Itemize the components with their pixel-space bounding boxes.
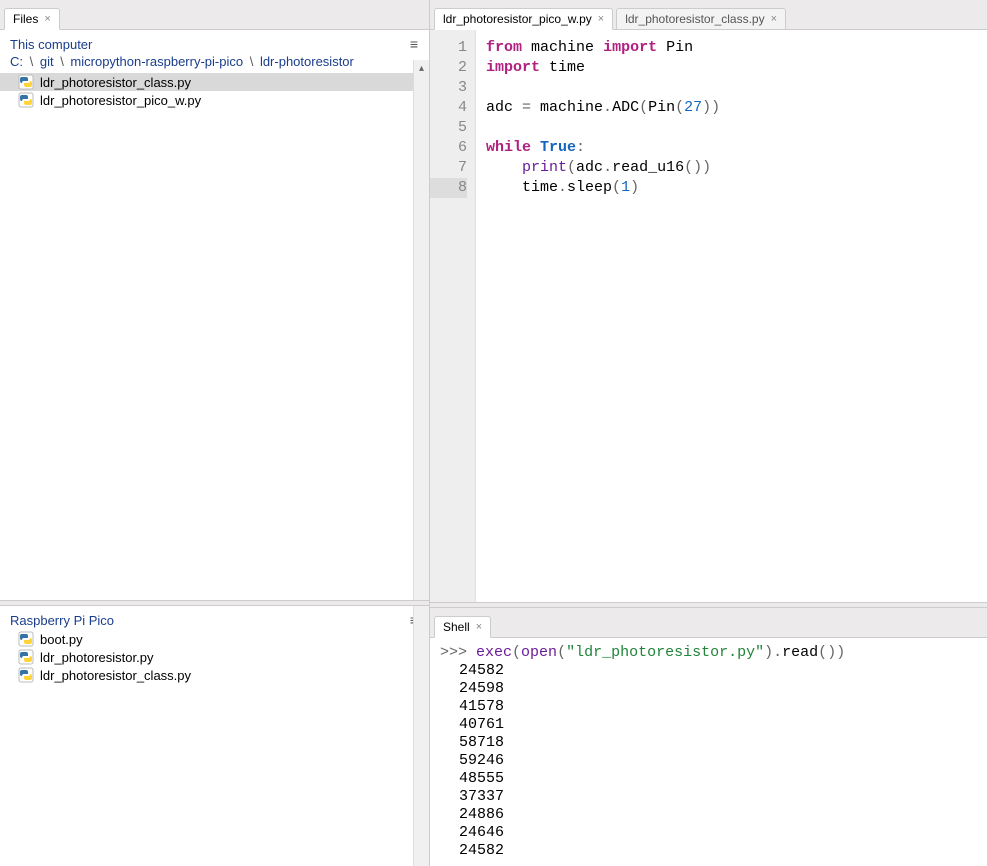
line-number: 3 bbox=[430, 78, 467, 98]
code-line[interactable] bbox=[486, 78, 720, 98]
python-file-icon bbox=[18, 92, 34, 108]
editor-tabbar: ldr_photoresistor_pico_w.py×ldr_photores… bbox=[430, 0, 987, 30]
line-number: 8 bbox=[430, 178, 467, 198]
scroll-up-icon[interactable]: ▴ bbox=[414, 60, 429, 76]
code-line[interactable]: adc = machine.ADC(Pin(27)) bbox=[486, 98, 720, 118]
file-name: ldr_photoresistor.py bbox=[40, 650, 153, 665]
shell-output-line: 24886 bbox=[450, 806, 977, 824]
file-name: boot.py bbox=[40, 632, 83, 647]
file-row[interactable]: ldr_photoresistor_class.py bbox=[0, 73, 429, 91]
code-line[interactable]: import time bbox=[486, 58, 720, 78]
editor-tab-label: ldr_photoresistor_pico_w.py bbox=[443, 12, 592, 26]
shell-output-line: 58718 bbox=[450, 734, 977, 752]
line-number: 1 bbox=[430, 38, 467, 58]
shell-tabbar: Shell × bbox=[430, 608, 987, 638]
code-line[interactable]: time.sleep(1) bbox=[486, 178, 720, 198]
pico-header: Raspberry Pi Pico ≡ bbox=[0, 606, 429, 630]
file-name: ldr_photoresistor_class.py bbox=[40, 75, 191, 90]
close-icon[interactable]: × bbox=[771, 13, 777, 25]
files-tab-label: Files bbox=[13, 12, 38, 26]
line-number: 4 bbox=[430, 98, 467, 118]
scrollbar[interactable]: ▴ bbox=[413, 60, 429, 600]
shell-tab-label: Shell bbox=[443, 620, 470, 634]
breadcrumb-separator: \ bbox=[23, 54, 40, 69]
file-row[interactable]: ldr_photoresistor_pico_w.py bbox=[0, 91, 429, 109]
shell-output-line: 41578 bbox=[450, 698, 977, 716]
files-header: This computer ≡ bbox=[0, 30, 429, 54]
line-number: 6 bbox=[430, 138, 467, 158]
menu-icon[interactable]: ≡ bbox=[410, 36, 419, 52]
breadcrumb-segment[interactable]: ldr-photoresistor bbox=[260, 54, 354, 69]
python-file-icon bbox=[18, 649, 34, 665]
breadcrumb[interactable]: C: \ git \ micropython-raspberry-pi-pico… bbox=[0, 54, 429, 73]
file-row[interactable]: ldr_photoresistor.py bbox=[0, 648, 429, 666]
local-file-list[interactable]: ldr_photoresistor_class.py ldr_photoresis… bbox=[0, 73, 429, 600]
shell-output[interactable]: >>> exec(open("ldr_photoresistor.py").re… bbox=[430, 638, 987, 866]
code-line[interactable]: from machine import Pin bbox=[486, 38, 720, 58]
shell-output-line: 59246 bbox=[450, 752, 977, 770]
shell-prompt: >>> bbox=[440, 644, 476, 661]
editor-tab[interactable]: ldr_photoresistor_pico_w.py × bbox=[434, 8, 613, 30]
code-area[interactable]: from machine import Pinimport time adc =… bbox=[476, 30, 720, 602]
line-gutter: 12345678 bbox=[430, 30, 476, 602]
file-row[interactable]: ldr_photoresistor_class.py bbox=[0, 666, 429, 684]
line-number: 5 bbox=[430, 118, 467, 138]
file-row[interactable]: boot.py bbox=[0, 630, 429, 648]
line-number: 7 bbox=[430, 158, 467, 178]
files-tab[interactable]: Files × bbox=[4, 8, 60, 30]
shell-output-line: 24646 bbox=[450, 824, 977, 842]
editor[interactable]: 12345678 from machine import Pinimport t… bbox=[430, 30, 987, 602]
shell-output-line: 24582 bbox=[450, 662, 977, 680]
shell-output-line: 37337 bbox=[450, 788, 977, 806]
files-header-label: This computer bbox=[10, 37, 92, 52]
close-icon[interactable]: × bbox=[476, 621, 482, 633]
shell-command-line[interactable]: >>> exec(open("ldr_photoresistor.py").re… bbox=[440, 644, 977, 662]
editor-tab-label: ldr_photoresistor_class.py bbox=[625, 12, 764, 26]
file-name: ldr_photoresistor_pico_w.py bbox=[40, 93, 201, 108]
line-number: 2 bbox=[430, 58, 467, 78]
breadcrumb-segment[interactable]: C: bbox=[10, 54, 23, 69]
code-line[interactable] bbox=[486, 118, 720, 138]
shell-output-line: 40761 bbox=[450, 716, 977, 734]
close-icon[interactable]: × bbox=[44, 13, 50, 25]
pico-header-label: Raspberry Pi Pico bbox=[10, 613, 114, 628]
close-icon[interactable]: × bbox=[598, 13, 604, 25]
files-tabbar: Files × bbox=[0, 0, 429, 30]
scrollbar[interactable] bbox=[413, 606, 429, 866]
left-pane: Files × This computer ≡ C: \ git \ micro… bbox=[0, 0, 430, 866]
breadcrumb-separator: \ bbox=[54, 54, 71, 69]
python-file-icon bbox=[18, 74, 34, 90]
shell-output-line: 24598 bbox=[450, 680, 977, 698]
shell-tab[interactable]: Shell × bbox=[434, 616, 491, 638]
pico-file-list[interactable]: boot.py ldr_photoresistor.py ldr_photoresi… bbox=[0, 630, 429, 866]
code-line[interactable]: print(adc.read_u16()) bbox=[486, 158, 720, 178]
python-file-icon bbox=[18, 667, 34, 683]
shell-panel: Shell × >>> exec(open("ldr_photoresistor… bbox=[430, 608, 987, 866]
breadcrumb-segment[interactable]: micropython-raspberry-pi-pico bbox=[70, 54, 243, 69]
breadcrumb-segment[interactable]: git bbox=[40, 54, 54, 69]
code-line[interactable]: while True: bbox=[486, 138, 720, 158]
shell-output-line: 24582 bbox=[450, 842, 977, 860]
python-file-icon bbox=[18, 631, 34, 647]
editor-tab[interactable]: ldr_photoresistor_class.py × bbox=[616, 8, 786, 30]
file-name: ldr_photoresistor_class.py bbox=[40, 668, 191, 683]
breadcrumb-separator: \ bbox=[243, 54, 260, 69]
right-pane: ldr_photoresistor_pico_w.py×ldr_photores… bbox=[430, 0, 987, 866]
shell-output-line: 48555 bbox=[450, 770, 977, 788]
